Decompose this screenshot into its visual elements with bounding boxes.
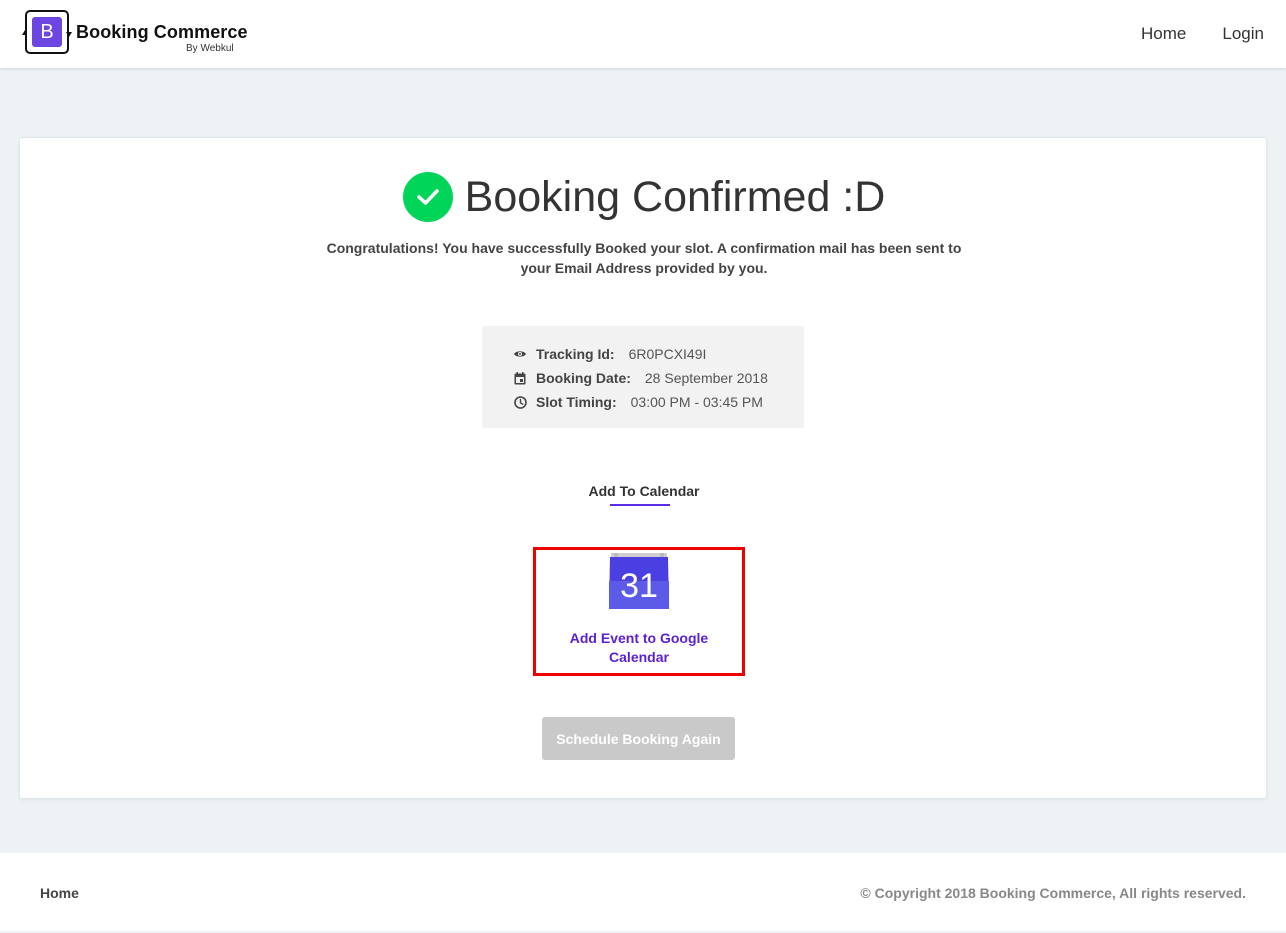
google-calendar-option[interactable]: 31 Add Event to Google Calendar — [533, 547, 745, 676]
brand-name: Booking Commerce — [76, 22, 248, 42]
confirmation-title-row: Booking Confirmed :D — [20, 171, 1268, 223]
slot-value: 03:00 PM - 03:45 PM — [630, 394, 763, 410]
add-to-calendar-heading: Add To Calendar — [588, 483, 700, 499]
arrow-down-icon — [66, 32, 72, 37]
nav-login-link[interactable]: Login — [1222, 24, 1264, 44]
date-label: Booking Date: — [536, 370, 631, 386]
tracking-row: Tracking Id: 6R0PCXI49I — [513, 342, 804, 366]
check-icon — [402, 172, 453, 222]
calendar-icon — [513, 371, 527, 385]
confirmation-message: Congratulations! You have successfully B… — [326, 240, 962, 276]
top-nav: Home Login — [1141, 24, 1264, 44]
google-calendar-icon: 31 — [608, 552, 670, 611]
tracking-label: Tracking Id: — [536, 346, 615, 362]
footer-copyright: © Copyright 2018 Booking Commerce, All r… — [860, 885, 1246, 901]
logo-letter: B — [32, 17, 62, 47]
slot-row: Slot Timing: 03:00 PM - 03:45 PM — [513, 390, 804, 414]
site-footer: Home © Copyright 2018 Booking Commerce, … — [0, 853, 1286, 931]
brand-logo[interactable]: B — [22, 10, 72, 56]
add-google-calendar-link[interactable]: Add Event to Google Calendar — [559, 629, 719, 667]
schedule-again-button[interactable]: Schedule Booking Again — [542, 717, 735, 760]
date-value: 28 September 2018 — [644, 370, 768, 386]
footer-home-link[interactable]: Home — [40, 885, 79, 901]
clock-icon — [513, 395, 527, 409]
logo-frame: B — [25, 10, 69, 54]
booking-details: Tracking Id: 6R0PCXI49I Booking Date: 28… — [482, 326, 804, 428]
heading-underline — [610, 504, 670, 506]
site-header: B Booking Commerce By Webkul Home Login — [0, 0, 1286, 68]
tracking-value: 6R0PCXI49I — [628, 346, 707, 362]
slot-label: Slot Timing: — [536, 394, 617, 410]
date-row: Booking Date: 28 September 2018 — [513, 366, 804, 390]
eye-icon — [513, 347, 527, 361]
confirmation-card: Booking Confirmed :D Congratulations! Yo… — [19, 137, 1267, 799]
nav-home-link[interactable]: Home — [1141, 24, 1186, 44]
brand-subtitle: By Webkul — [186, 43, 234, 54]
page-title: Booking Confirmed :D — [464, 172, 886, 221]
calendar-day-number: 31 — [620, 567, 658, 605]
